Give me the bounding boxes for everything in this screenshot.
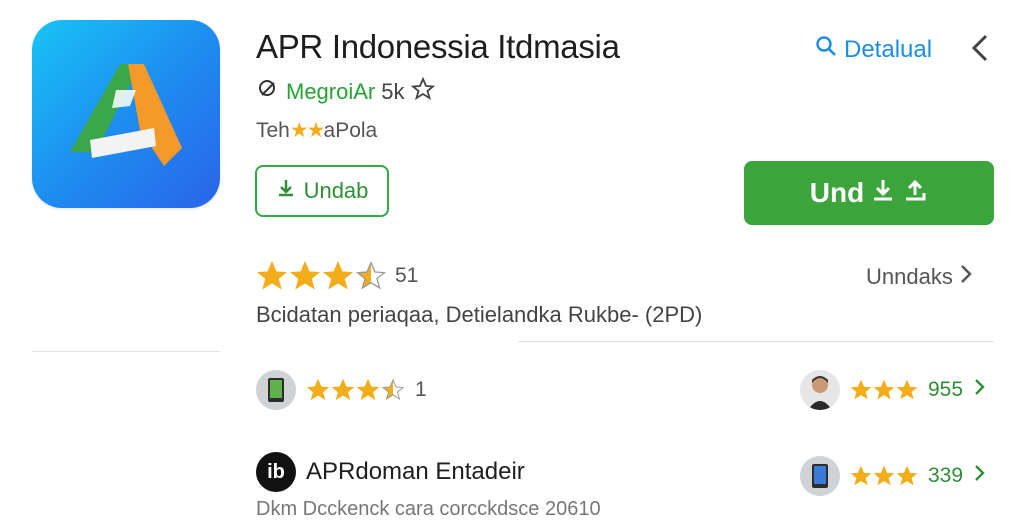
- search-icon: [814, 34, 838, 65]
- tagline-suffix: aPola: [323, 119, 378, 142]
- review-stars: [850, 465, 918, 487]
- app-tagline: Teh★★aPola: [256, 118, 377, 143]
- divider: [518, 341, 994, 342]
- review-item[interactable]: 1: [256, 370, 427, 410]
- install-primary-label: Und: [809, 177, 865, 208]
- star-icon: [306, 378, 330, 401]
- star-icon: [896, 379, 918, 400]
- tagline-stars: ★★: [289, 119, 326, 142]
- chevron-right-icon: [959, 264, 973, 290]
- review-count: 955: [928, 378, 964, 401]
- review-item[interactable]: 955: [800, 370, 985, 410]
- description: Bcidatan periaqaa, Detielandka Rukbe- (2…: [256, 302, 703, 327]
- developer-icon: [256, 77, 280, 107]
- review-count: 1: [415, 378, 427, 401]
- app-title: APR Indonessia Itdmasia: [256, 28, 620, 65]
- chevron-right-icon: [973, 464, 985, 488]
- star-icon: [355, 260, 387, 290]
- related-app-logo: ib: [256, 452, 296, 492]
- review-stars: [850, 379, 918, 401]
- detail-link[interactable]: Detalual: [814, 34, 932, 65]
- star-icon: [356, 378, 380, 401]
- developer-row: MegroiAr 5k: [256, 76, 435, 107]
- reviews-label: Unndaks: [866, 264, 953, 289]
- rating-stars: [256, 260, 387, 292]
- rating-count: 51: [395, 264, 419, 287]
- developer-count: 5k: [381, 79, 405, 104]
- star-icon: [331, 378, 355, 401]
- star-icon: [873, 379, 895, 400]
- app-icon: [32, 20, 220, 208]
- star-icon: [896, 465, 918, 486]
- avatar: [800, 370, 840, 410]
- star-icon: [850, 465, 872, 486]
- review-stars: [306, 378, 405, 402]
- upload-icon: [902, 177, 928, 210]
- install-outline-label: Undab: [303, 178, 369, 203]
- review-count: 339: [928, 464, 964, 487]
- star-icon: [850, 379, 872, 400]
- avatar: [256, 370, 296, 410]
- related-app-description: Dkm Dcckenck cara corcckdsce 20610: [256, 498, 601, 520]
- tagline-prefix: Teh: [256, 119, 290, 142]
- install-primary-button[interactable]: Und: [744, 161, 994, 225]
- star-icon: [256, 260, 288, 290]
- avatar: [800, 456, 840, 496]
- rating-row: 51: [256, 260, 418, 292]
- related-app-name: APRdoman Entadeir: [306, 458, 525, 485]
- download-icon: [276, 178, 296, 204]
- reviews-link[interactable]: Unndaks: [866, 264, 973, 290]
- star-icon: [322, 260, 354, 290]
- developer-name[interactable]: MegroiAr: [286, 79, 375, 105]
- star-icon: [873, 465, 895, 486]
- detail-label: Detalual: [844, 35, 933, 63]
- divider: [32, 351, 220, 352]
- chevron-left-icon: [966, 34, 994, 68]
- review-item[interactable]: 339: [800, 456, 985, 496]
- install-outline-button[interactable]: Undab: [255, 165, 389, 217]
- related-app[interactable]: ib APRdoman Entadeir: [256, 452, 525, 492]
- back-button[interactable]: [966, 32, 994, 64]
- chevron-right-icon: [973, 378, 985, 402]
- star-outline-icon[interactable]: [410, 76, 435, 107]
- star-icon: [381, 378, 405, 401]
- star-icon: [289, 260, 321, 290]
- download-icon: [870, 177, 896, 210]
